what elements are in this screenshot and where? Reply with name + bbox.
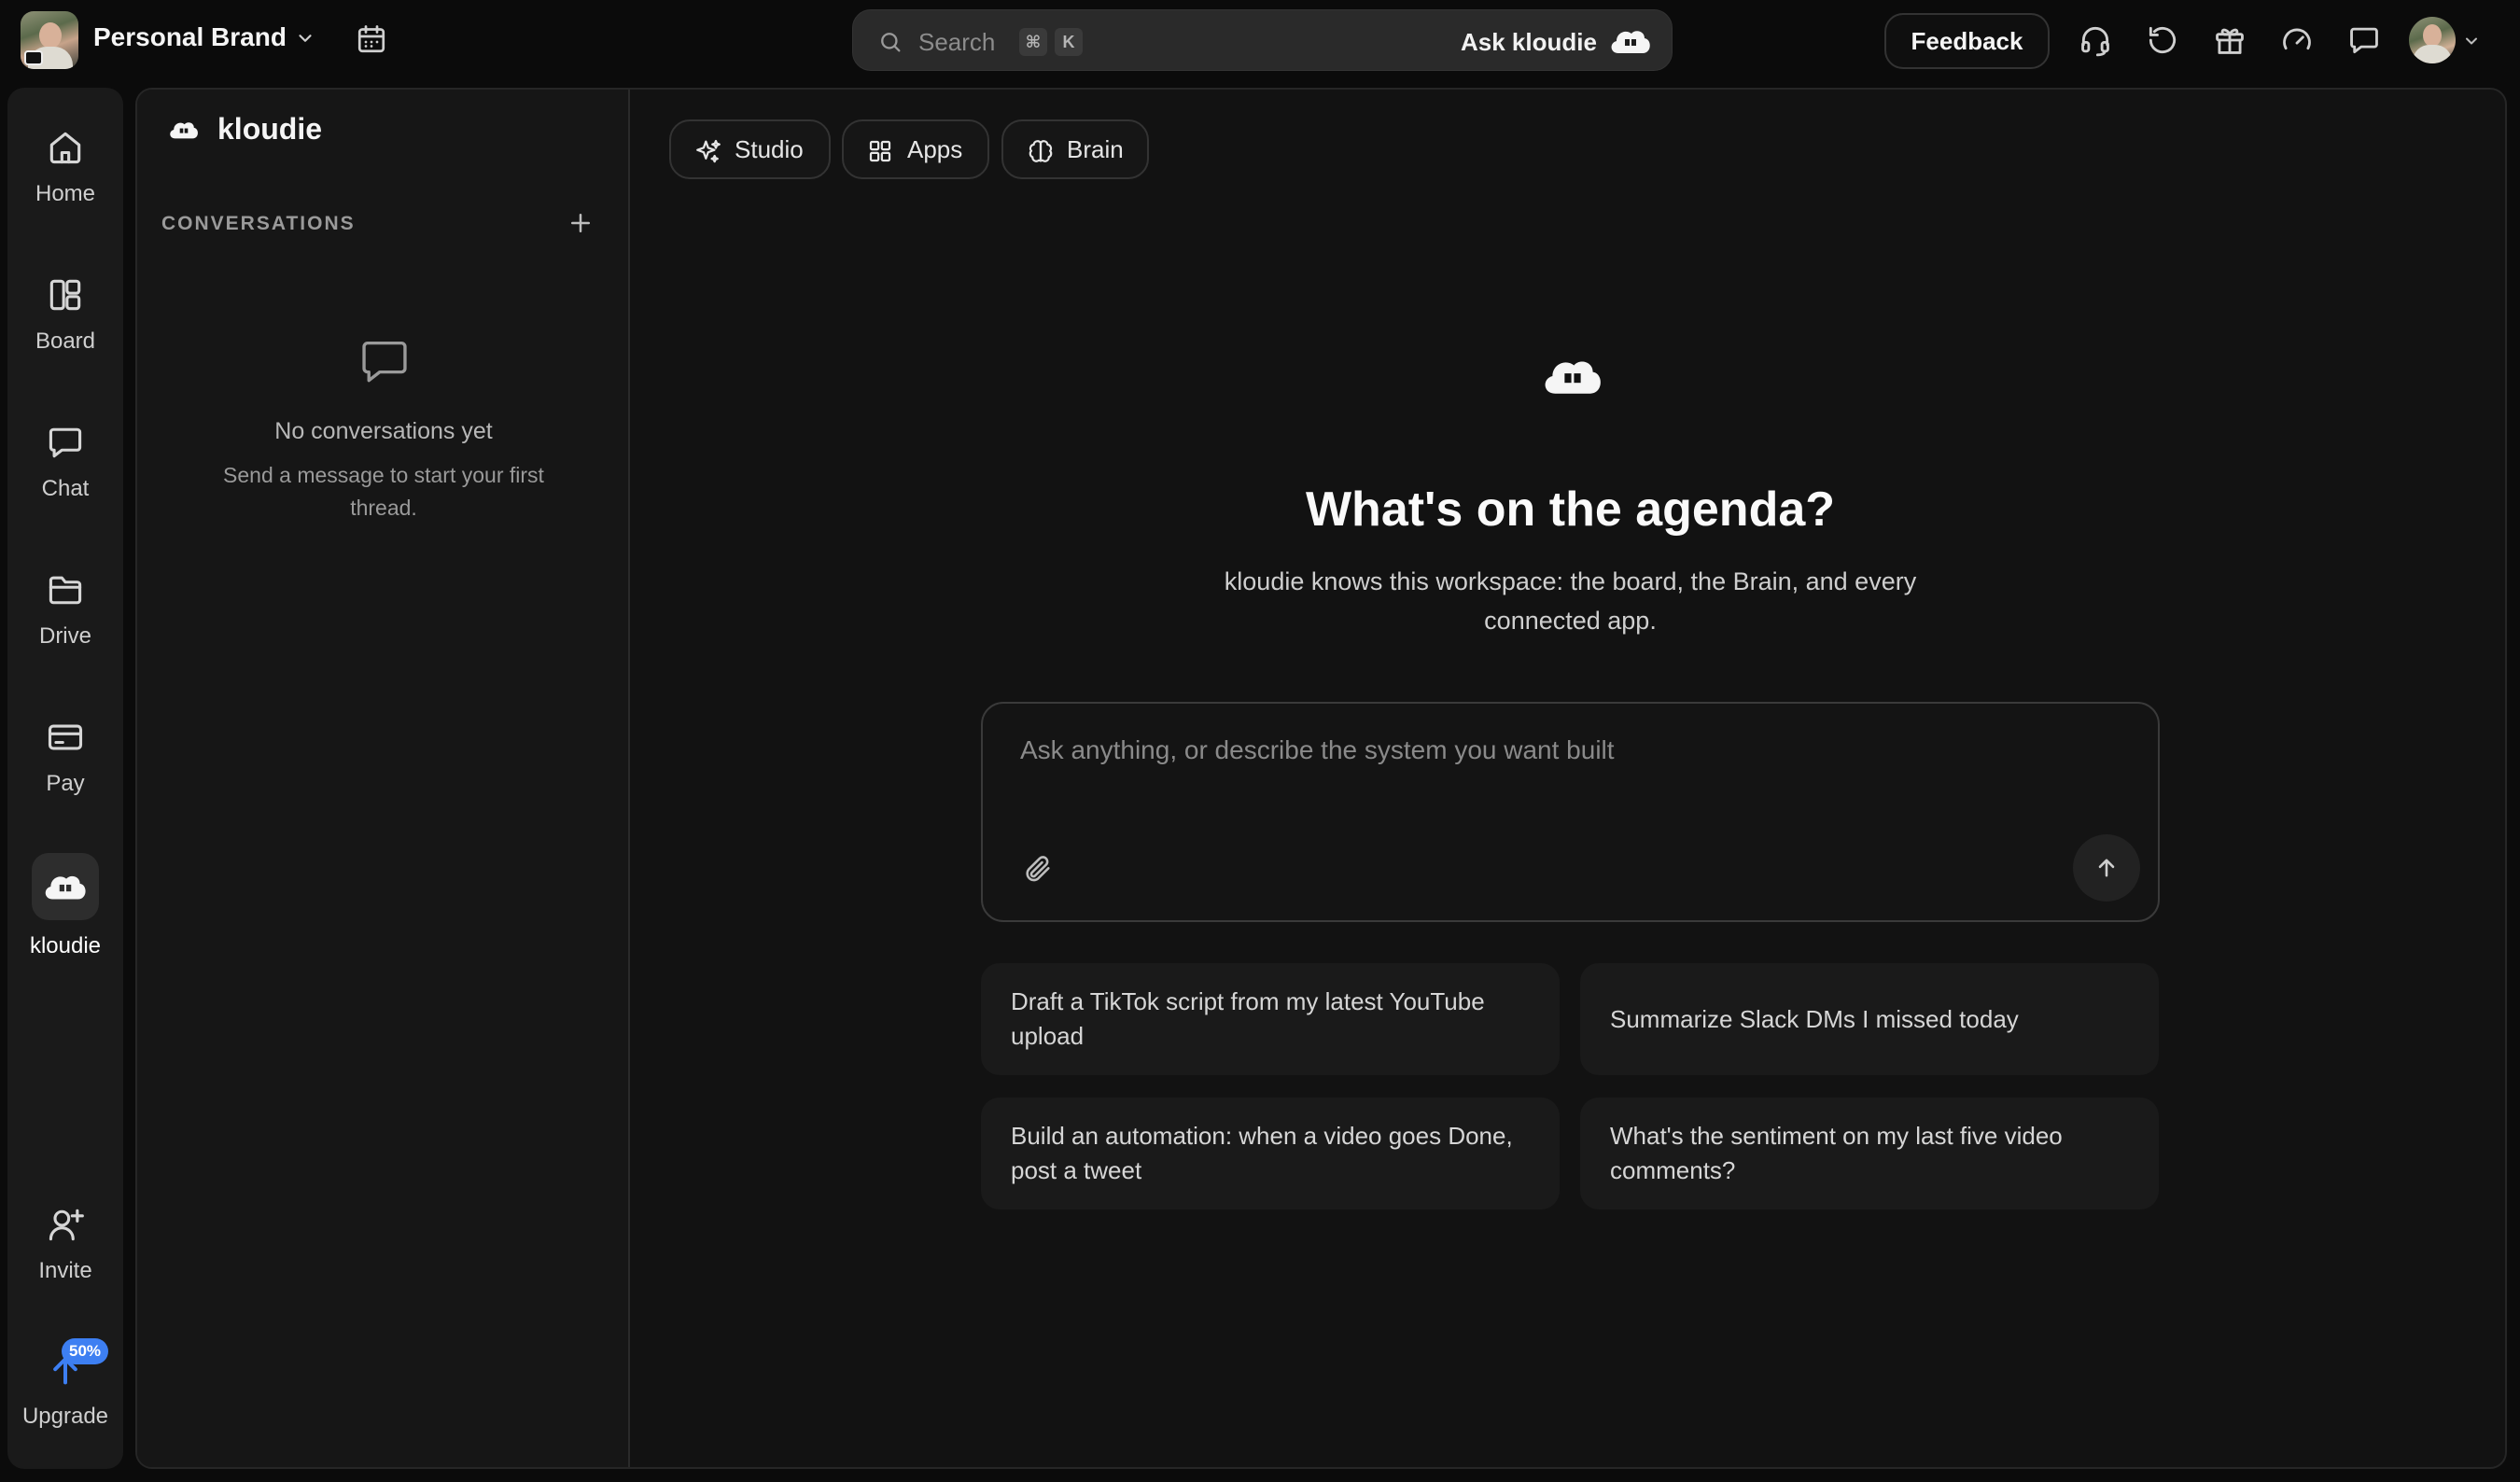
suggestion-card[interactable]: Draft a TikTok script from my latest You… bbox=[981, 963, 1560, 1075]
kloudie-logo-icon bbox=[1539, 353, 1606, 399]
nav-label-home: Home bbox=[35, 181, 96, 206]
main-panel: kloudie CONVERSATIONS No conversations y… bbox=[135, 88, 2507, 1469]
board-icon bbox=[7, 274, 123, 315]
chat-bubble-icon bbox=[356, 332, 413, 390]
search-bar[interactable]: Search ⌘ K Ask kloudie bbox=[852, 9, 1673, 71]
nav-label-drive: Drive bbox=[38, 623, 91, 649]
nav-item-drive[interactable]: Drive bbox=[7, 569, 123, 650]
feedback-button[interactable]: Feedback bbox=[1884, 13, 2050, 69]
suggestion-card[interactable]: What's the sentiment on my last five vid… bbox=[1580, 1098, 2159, 1209]
folder-icon bbox=[7, 569, 123, 610]
user-avatar[interactable] bbox=[2409, 17, 2456, 63]
upgrade-badge: 50% bbox=[62, 1338, 109, 1364]
nav-label-board: Board bbox=[35, 329, 96, 354]
message-icon[interactable] bbox=[2346, 22, 2382, 58]
suggestion-card[interactable]: Summarize Slack DMs I missed today bbox=[1580, 963, 2159, 1075]
calendar-icon[interactable] bbox=[355, 22, 388, 56]
kloudie-icon bbox=[32, 853, 99, 920]
paperclip-icon[interactable] bbox=[1022, 853, 1054, 885]
headset-icon[interactable] bbox=[2078, 22, 2113, 58]
tab-label-apps: Apps bbox=[907, 135, 963, 163]
nav-label-invite: Invite bbox=[38, 1258, 92, 1283]
home-icon bbox=[7, 127, 123, 168]
chat-icon bbox=[7, 422, 123, 463]
tab-apps[interactable]: Apps bbox=[842, 119, 989, 179]
conversations-section-label: CONVERSATIONS bbox=[161, 213, 356, 234]
left-navigation: Home Board Chat Drive Pay kloudie Invite… bbox=[7, 88, 123, 1469]
nav-label-pay: Pay bbox=[46, 771, 85, 796]
tab-brain[interactable]: Brain bbox=[1001, 119, 1149, 179]
hero-title: What's on the agenda? bbox=[1305, 482, 1836, 537]
kloudie-icon[interactable] bbox=[1607, 25, 1654, 57]
ask-kloudie-button[interactable]: Ask kloudie bbox=[1461, 28, 1597, 57]
tab-label-brain: Brain bbox=[1067, 135, 1124, 163]
arrow-up-icon bbox=[2093, 855, 2120, 881]
tab-label-studio: Studio bbox=[735, 135, 804, 163]
card-icon bbox=[7, 717, 123, 758]
nav-label-upgrade: Upgrade bbox=[21, 1404, 109, 1429]
add-user-icon bbox=[7, 1204, 123, 1245]
nav-item-chat[interactable]: Chat bbox=[7, 422, 123, 502]
search-placeholder[interactable]: Search bbox=[918, 28, 995, 57]
grid-icon bbox=[866, 137, 894, 165]
nav-item-upgrade[interactable]: 50% Upgrade bbox=[7, 1338, 123, 1430]
new-conversation-button[interactable] bbox=[567, 209, 595, 237]
nav-item-board[interactable]: Board bbox=[7, 274, 123, 355]
empty-state-title: No conversations yet bbox=[274, 418, 493, 444]
hero-subtitle: kloudie knows this workspace: the board,… bbox=[1224, 567, 1917, 635]
history-icon[interactable] bbox=[2145, 22, 2180, 58]
shortcut-key-k: K bbox=[1055, 28, 1083, 56]
shortcut-key-cmd: ⌘ bbox=[1019, 28, 1047, 56]
nav-item-pay[interactable]: Pay bbox=[7, 717, 123, 797]
nav-item-home[interactable]: Home bbox=[7, 127, 123, 207]
send-button[interactable] bbox=[2073, 834, 2140, 902]
tab-studio[interactable]: Studio bbox=[669, 119, 831, 179]
conversations-title: kloudie bbox=[217, 112, 323, 146]
kloudie-icon bbox=[167, 118, 201, 142]
gauge-icon[interactable] bbox=[2279, 22, 2315, 58]
sparkles-icon bbox=[693, 137, 723, 167]
conversations-pane: kloudie CONVERSATIONS No conversations y… bbox=[137, 90, 630, 1467]
search-icon bbox=[877, 29, 903, 55]
suggestion-card[interactable]: Build an automation: when a video goes D… bbox=[981, 1098, 1560, 1209]
nav-item-invite[interactable]: Invite bbox=[7, 1204, 123, 1284]
chevron-down-icon[interactable] bbox=[295, 28, 315, 49]
nav-label-chat: Chat bbox=[41, 476, 90, 501]
empty-state-subtitle: Send a message to start your first threa… bbox=[223, 463, 544, 520]
nav-label-kloudie: kloudie bbox=[29, 933, 102, 958]
workspace-name[interactable]: Personal Brand bbox=[93, 22, 287, 52]
nav-item-kloudie[interactable]: kloudie bbox=[7, 853, 123, 959]
workspace-avatar[interactable] bbox=[21, 11, 78, 69]
message-input[interactable] bbox=[1020, 735, 2103, 765]
brain-icon bbox=[1026, 137, 1056, 167]
message-composer bbox=[981, 702, 2160, 922]
top-bar: Personal Brand Search ⌘ K Ask kloudie Fe… bbox=[0, 0, 2520, 82]
chevron-down-icon[interactable] bbox=[2462, 32, 2481, 50]
gift-icon[interactable] bbox=[2212, 22, 2247, 58]
